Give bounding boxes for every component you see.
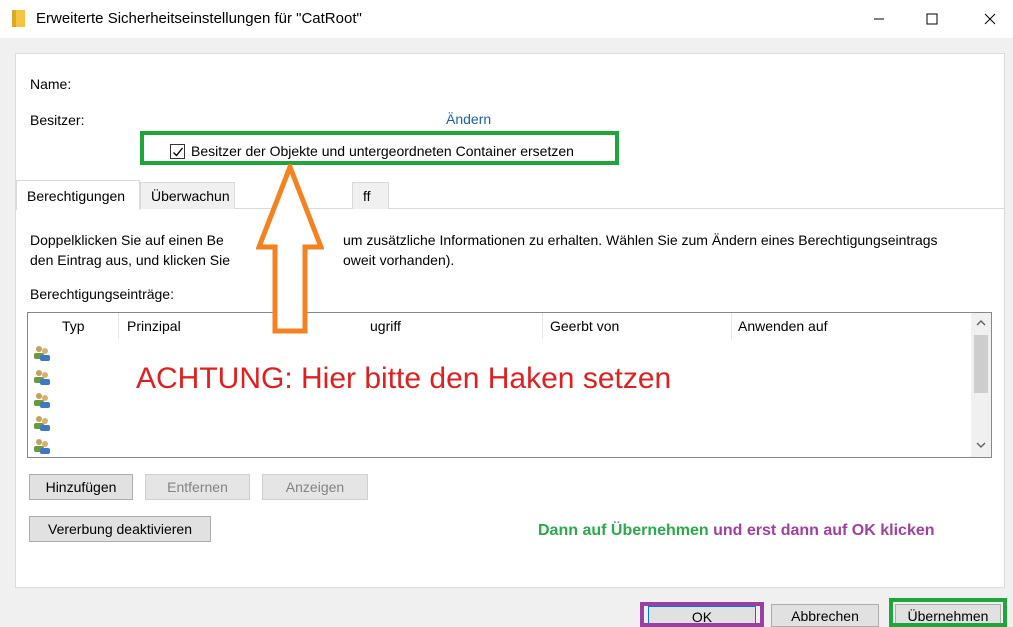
scroll-thumb[interactable] xyxy=(974,335,988,393)
tab-effektiver-zugriff[interactable]: ff xyxy=(352,182,389,209)
hint-apply-text: Dann auf Übernehmen xyxy=(538,522,709,539)
title-bar: Erweiterte Sicherheitseinstellungen für … xyxy=(0,0,1013,38)
column-header-prinzipal[interactable]: Prinzipal xyxy=(127,318,181,334)
hint-annotation: Dann auf Übernehmen und erst dann auf OK… xyxy=(538,522,935,540)
user-group-icon xyxy=(34,393,50,408)
name-label: Name: xyxy=(30,76,72,92)
scroll-down-icon[interactable] xyxy=(976,441,986,449)
info-text-1b: um zusätzliche Informationen zu erhalten… xyxy=(343,232,938,248)
column-separator xyxy=(118,313,119,339)
user-group-icon xyxy=(34,439,50,454)
table-scrollbar[interactable] xyxy=(971,313,991,457)
cancel-button[interactable]: Abbrechen xyxy=(771,604,879,627)
column-header-geerbt-von[interactable]: Geerbt von xyxy=(550,318,619,334)
info-text-2a: den Eintrag aus, und klicken Sie xyxy=(30,252,231,268)
tab-ueberwachung[interactable]: Überwachun xyxy=(140,182,235,209)
folder-icon xyxy=(12,10,25,27)
user-group-icon xyxy=(34,346,50,361)
arrow-up-annotation-icon xyxy=(256,164,324,334)
table-header: Typ Prinzipal ugriff Geerbt von Anwenden… xyxy=(28,313,968,339)
change-owner-link[interactable]: Ändern xyxy=(446,111,491,127)
column-header-zugriff[interactable]: ugriff xyxy=(370,318,401,334)
highlight-box-apply xyxy=(889,598,1007,627)
minimize-button[interactable] xyxy=(856,0,902,38)
maximize-icon xyxy=(926,13,938,25)
info-text-1a: Doppelklicken Sie auf einen Be xyxy=(30,232,224,248)
window-title: Erweiterte Sicherheitseinstellungen für … xyxy=(36,10,362,27)
highlight-box-checkbox xyxy=(140,131,619,165)
column-header-anwenden-auf[interactable]: Anwenden auf xyxy=(738,318,828,334)
user-group-icon xyxy=(34,370,50,385)
tab-berechtigungen[interactable]: Berechtigungen xyxy=(16,180,140,210)
entries-label: Berechtigungseinträge: xyxy=(30,286,174,302)
add-button[interactable]: Hinzufügen xyxy=(29,474,133,500)
view-button[interactable]: Anzeigen xyxy=(262,474,368,500)
minimize-icon xyxy=(874,18,884,20)
close-icon xyxy=(984,13,996,25)
column-header-typ[interactable]: Typ xyxy=(62,318,85,334)
maximize-button[interactable] xyxy=(909,0,955,38)
info-text-2b: oweit vorhanden). xyxy=(343,252,455,268)
user-group-icon xyxy=(34,416,50,431)
hint-ok-text: und erst dann auf OK klicken xyxy=(708,522,935,539)
disable-inheritance-button[interactable]: Vererbung deaktivieren xyxy=(29,516,211,542)
column-separator xyxy=(542,313,543,339)
remove-button[interactable]: Entfernen xyxy=(145,474,250,500)
scroll-up-icon[interactable] xyxy=(976,319,986,327)
warning-annotation: ACHTUNG: Hier bitte den Haken setzen xyxy=(136,362,672,395)
highlight-box-ok xyxy=(640,602,764,627)
owner-label: Besitzer: xyxy=(30,112,85,128)
close-button[interactable] xyxy=(967,0,1013,38)
column-separator xyxy=(731,313,732,339)
